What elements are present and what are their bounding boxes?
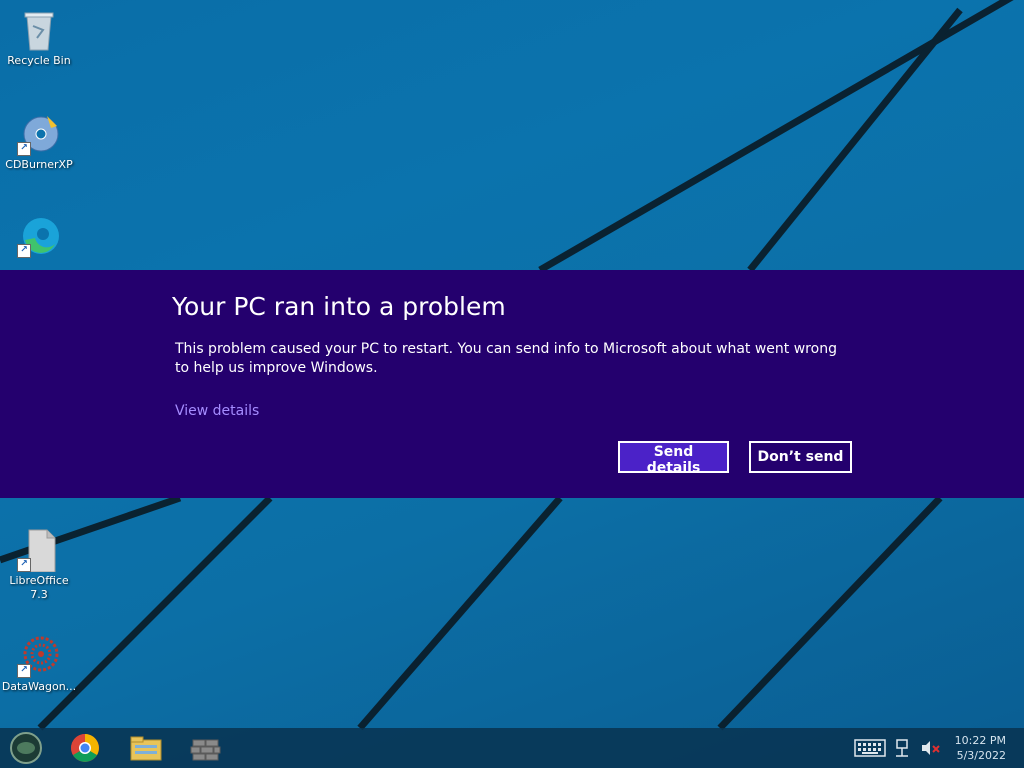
- edge-icon: ↗: [17, 214, 61, 258]
- libreoffice-icon: ↗: [17, 528, 61, 573]
- volume-muted-icon[interactable]: [918, 736, 942, 768]
- start-orb-icon[interactable]: [8, 732, 44, 764]
- dialog-title: Your PC ran into a problem: [172, 292, 506, 321]
- clock-time: 10:22 PM: [954, 734, 1006, 747]
- firewall-icon[interactable]: [188, 732, 224, 764]
- tray-clock[interactable]: 10:22 PM 5/3/2022: [955, 733, 1006, 763]
- cdburner-icon: ↗: [17, 112, 61, 156]
- desktop-icon-libreoffice[interactable]: ↗ LibreOffice 7.3: [0, 528, 78, 602]
- datawagon-icon: ↗: [17, 634, 61, 678]
- dont-send-button[interactable]: Don’t send: [749, 441, 852, 473]
- desktop-icon-datawagon[interactable]: ↗ DataWagon...: [0, 634, 78, 694]
- keyboard-icon[interactable]: [852, 734, 888, 766]
- desktop-icon-label: DataWagon...: [1, 680, 77, 693]
- desktop-icon-label: Recycle Bin: [7, 54, 71, 67]
- shortcut-arrow-icon: ↗: [17, 558, 31, 572]
- desktop-icon-label: LibreOffice 7.3: [9, 574, 69, 601]
- desktop-icon-cdburnerxp[interactable]: ↗ CDBurnerXP: [0, 112, 78, 172]
- shortcut-arrow-icon: ↗: [17, 142, 31, 156]
- network-icon[interactable]: [892, 736, 916, 768]
- desktop-icon-edge[interactable]: ↗: [0, 214, 78, 260]
- send-details-button[interactable]: Send details: [618, 441, 729, 476]
- view-details-link[interactable]: View details: [175, 403, 259, 419]
- problem-dialog: Your PC ran into a problem This problem …: [0, 270, 1024, 498]
- clock-date: 5/3/2022: [956, 749, 1006, 762]
- desktop-icon-label: CDBurnerXP: [5, 158, 73, 171]
- recycle-bin-icon: [17, 8, 61, 52]
- file-explorer-icon[interactable]: [128, 732, 164, 764]
- dialog-message: This problem caused your PC to restart. …: [175, 341, 837, 376]
- chrome-icon[interactable]: [67, 732, 103, 764]
- desktop-icon-recycle-bin[interactable]: Recycle Bin: [0, 8, 78, 68]
- shortcut-arrow-icon: ↗: [17, 664, 31, 678]
- shortcut-arrow-icon: ↗: [17, 244, 31, 258]
- taskbar: 10:22 PM 5/3/2022: [0, 728, 1024, 768]
